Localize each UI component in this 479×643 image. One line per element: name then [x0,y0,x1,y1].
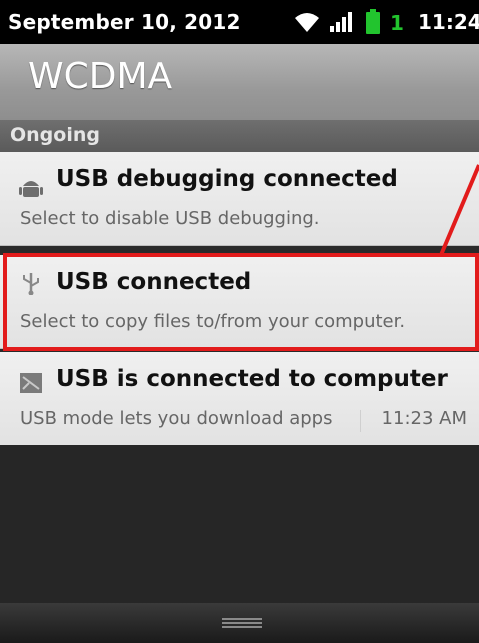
notification-time: 11:23 AM [381,408,467,429]
battery-icon [366,9,380,34]
grip-icon [222,618,262,628]
sim-indicator: 1 [390,11,404,35]
usb-mode-icon [20,373,42,393]
notification-text: Select to disable USB debugging. [20,208,320,229]
drag-handle[interactable] [0,603,479,643]
time-separator [360,410,361,432]
signal-icon [330,12,352,32]
operator-header: WCDMA [0,44,479,120]
notification-usb-debugging[interactable]: USB debugging connected Select to disabl… [0,152,479,246]
section-header: Ongoing [0,120,479,152]
operator-name: WCDMA [28,56,173,97]
status-bar: September 10, 2012 1 11:24 [0,0,479,44]
usb-icon [23,273,39,295]
notification-usb-connected[interactable]: USB connected Select to copy files to/fr… [0,255,479,349]
notification-title: USB is connected to computer [56,366,448,392]
notification-title: USB debugging connected [56,166,398,192]
section-label-ongoing: Ongoing [10,124,100,146]
notification-usb-mode[interactable]: USB is connected to computer USB mode le… [0,352,479,446]
android-debug-icon [19,181,43,197]
notification-text: USB mode lets you download apps [20,408,333,429]
status-time: 11:24 [418,10,479,34]
empty-notification-area [0,445,479,603]
wifi-icon [295,13,319,32]
notification-text: Select to copy files to/from your comput… [20,311,406,332]
notification-title: USB connected [56,269,252,295]
status-date: September 10, 2012 [8,10,241,34]
